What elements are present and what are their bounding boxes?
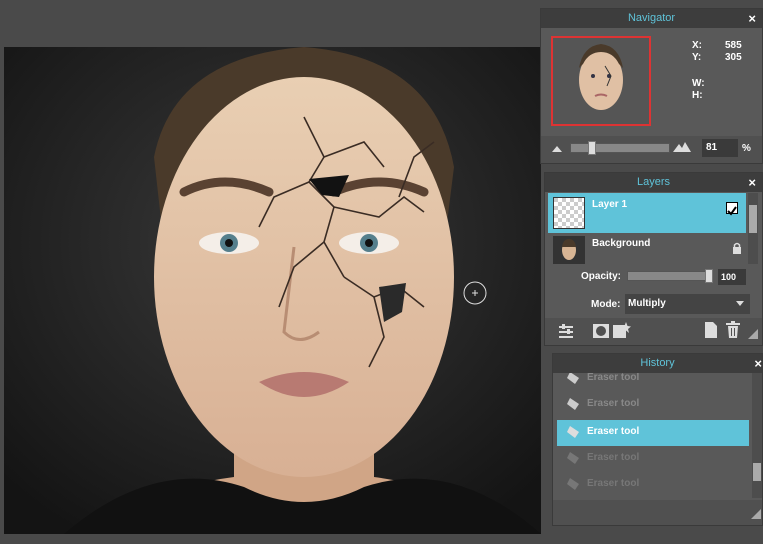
zoom-slider-thumb[interactable] (588, 141, 596, 155)
history-title: History (640, 357, 675, 369)
layer-effects-icon[interactable] (613, 322, 631, 338)
history-list: Eraser tool Eraser tool Eraser tool Eras… (553, 373, 749, 498)
layer-visibility-checkbox[interactable] (726, 202, 738, 216)
opacity-slider[interactable] (627, 271, 713, 281)
zoom-slider[interactable] (570, 143, 670, 153)
thumbnail-image (553, 38, 649, 124)
y-coordinate-label: Y: (692, 52, 702, 63)
history-panel: History × Eraser tool Eraser tool Eraser… (552, 353, 763, 526)
eraser-icon (567, 373, 579, 384)
layers-scrollbar-thumb[interactable] (749, 205, 757, 233)
x-coordinate-value: 585 (725, 40, 742, 51)
portrait-photo (4, 47, 541, 534)
lock-icon (732, 242, 742, 254)
navigator-thumbnail[interactable] (551, 36, 651, 126)
history-item[interactable]: Eraser tool (557, 446, 749, 472)
eraser-icon (567, 478, 579, 490)
layer-settings-icon[interactable] (559, 324, 573, 338)
navigator-title: Navigator (627, 12, 676, 24)
zoom-unit: % (742, 143, 751, 154)
layers-scrollbar[interactable] (748, 193, 758, 264)
width-label: W: (692, 78, 705, 89)
history-item[interactable]: Eraser tool (557, 392, 749, 418)
history-header[interactable]: History × (553, 354, 762, 373)
history-scrollbar-thumb[interactable] (753, 463, 761, 481)
resize-grip-icon[interactable] (748, 329, 758, 339)
opacity-slider-thumb[interactable] (705, 269, 713, 283)
history-item[interactable]: Eraser tool (557, 373, 749, 392)
layer-row-layer-1[interactable]: Layer 1 (548, 193, 746, 233)
navigator-panel: Navigator × X: 585 Y: 305 W: H: 81 % (540, 8, 763, 164)
layer-thumbnail-transparent (553, 197, 585, 229)
x-coordinate-label: X: (692, 40, 702, 51)
height-label: H: (692, 90, 703, 101)
zoom-in-icon[interactable] (673, 141, 691, 153)
history-footer (553, 500, 762, 525)
history-scrollbar[interactable] (752, 373, 762, 498)
layer-mask-icon[interactable] (593, 324, 609, 338)
opacity-label: Opacity: (581, 271, 622, 282)
y-coordinate-value: 305 (725, 52, 742, 63)
close-icon[interactable]: × (754, 354, 762, 373)
navigator-header[interactable]: Navigator × (541, 9, 762, 28)
eraser-icon (567, 398, 579, 410)
layer-row-background[interactable]: Background (548, 234, 746, 264)
chevron-down-icon (736, 301, 744, 306)
blend-mode-select[interactable]: Multiply (625, 294, 750, 314)
zoom-out-icon[interactable] (551, 143, 563, 153)
opacity-input[interactable]: 100 (718, 269, 746, 285)
layers-header[interactable]: Layers × (545, 173, 762, 192)
layer-name: Background (592, 238, 651, 249)
history-item[interactable]: Eraser tool (557, 472, 749, 498)
checkmark-icon (727, 206, 737, 216)
trash-icon[interactable] (726, 321, 740, 338)
zoom-input[interactable]: 81 (702, 139, 738, 157)
close-icon[interactable]: × (748, 173, 756, 192)
blend-mode-value: Multiply (628, 298, 666, 309)
new-layer-icon[interactable] (705, 322, 717, 338)
layer-name: Layer 1 (592, 199, 628, 210)
history-item-current[interactable]: Eraser tool (557, 420, 749, 446)
mode-label: Mode: (591, 299, 621, 310)
layers-panel: Layers × Layer 1 Background Opacity: 100… (544, 172, 763, 346)
close-icon[interactable]: × (748, 9, 756, 28)
eraser-icon (567, 452, 579, 464)
image-canvas[interactable] (4, 47, 541, 534)
resize-grip-icon[interactable] (751, 509, 761, 519)
eraser-icon (567, 426, 579, 438)
layers-title: Layers (636, 176, 671, 188)
layer-thumbnail-background (553, 236, 585, 264)
